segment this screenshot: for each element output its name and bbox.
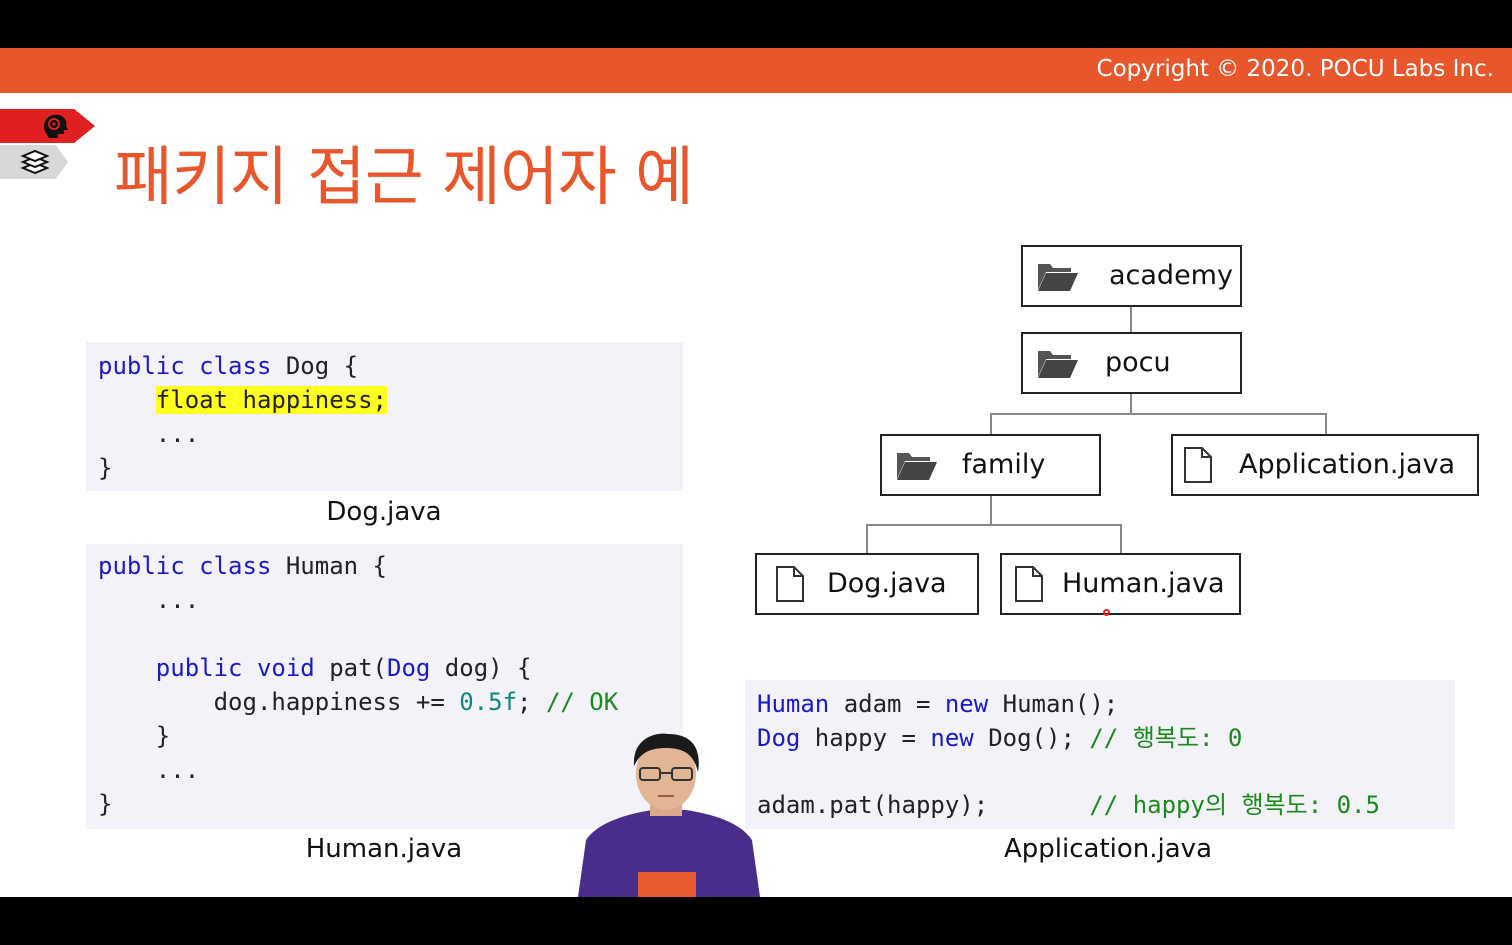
code-token: }	[98, 790, 113, 818]
file-icon	[1015, 566, 1043, 602]
folder-icon	[897, 453, 937, 480]
code-token: // happy의 행복도: 0.5	[1089, 790, 1380, 819]
code-token: dog) {	[430, 654, 532, 682]
file-icon	[776, 566, 804, 602]
code-line: ...	[98, 418, 199, 450]
code-line: float happiness;	[98, 384, 387, 416]
tree-connector	[866, 524, 868, 554]
code-token: Dog	[387, 654, 431, 682]
header-banner: Copyright © 2020. POCU Labs Inc.	[0, 48, 1512, 93]
application-code-caption: Application.java	[1003, 834, 1212, 864]
code-line: }	[98, 452, 112, 484]
folder-icon	[1038, 264, 1078, 291]
tree-connector	[1130, 394, 1132, 413]
code-token: happy =	[800, 723, 931, 752]
code-token: Human();	[988, 690, 1119, 718]
code-token: Human {	[271, 552, 387, 580]
human-code-caption: Human.java	[305, 834, 463, 864]
brain-icon	[44, 114, 68, 138]
code-token: public class	[98, 552, 272, 580]
code-line: }	[98, 720, 170, 752]
code-token: float happiness;	[155, 386, 387, 414]
code-line: }	[98, 788, 112, 820]
code-token: ...	[98, 420, 200, 448]
tree-connector	[1325, 413, 1327, 435]
code-line: ...	[98, 584, 199, 616]
tree-connector	[990, 413, 1327, 415]
code-token: dog.happiness +=	[98, 688, 460, 716]
tree-connector	[866, 524, 1122, 526]
code-token: Dog();	[973, 723, 1090, 752]
code-line: ...	[98, 754, 199, 786]
books-icon	[20, 149, 50, 175]
tree-node-human-java: Human.java	[1000, 553, 1241, 615]
code-line: dog.happiness += 0.5f; // OK	[98, 686, 619, 718]
tree-node-label: Application.java	[1239, 449, 1456, 480]
tree-connector	[990, 496, 992, 524]
application-code-block: Human adam = new Human(); Dog happy = new…	[745, 680, 1455, 829]
file-icon	[1184, 447, 1212, 483]
code-line: Dog happy = new Dog(); // 행복도: 0	[757, 722, 1242, 754]
code-token: adam =	[829, 690, 945, 718]
code-line: public class Dog {	[98, 350, 358, 382]
presenter-video	[578, 733, 760, 897]
copyright-text: Copyright © 2020. POCU Labs Inc.	[1096, 56, 1494, 82]
tree-node-application-java: Application.java	[1171, 434, 1479, 496]
tree-node-label: Human.java	[1062, 568, 1225, 599]
brain-tag	[0, 109, 95, 143]
tree-node-label: academy	[1109, 260, 1233, 291]
code-line: Human adam = new Human();	[757, 688, 1118, 720]
code-token: ...	[98, 586, 200, 614]
code-token: // 행복도: 0	[1089, 723, 1243, 752]
code-token: public class	[98, 352, 272, 380]
code-token: Dog {	[271, 352, 359, 380]
code-line: adam.pat(happy); // happy의 행복도: 0.5	[757, 789, 1380, 821]
code-token: ;	[517, 688, 546, 716]
tree-node-label: family	[962, 449, 1046, 480]
tree-node-family: family	[880, 434, 1101, 496]
dog-code-block: public class Dog { float happiness; ...}	[86, 342, 683, 491]
code-token: // OK	[545, 688, 619, 716]
code-token: public void	[155, 654, 315, 682]
code-token: adam.pat(happy);	[757, 790, 1090, 819]
tree-node-label: pocu	[1105, 347, 1171, 378]
code-token: ...	[98, 756, 200, 784]
code-line: public void pat(Dog dog) {	[98, 652, 532, 684]
dog-code-caption: Dog.java	[326, 497, 442, 527]
code-token: pat(	[314, 654, 387, 682]
code-token: }	[98, 722, 171, 750]
code-token: 0.5f	[459, 688, 518, 716]
code-token: Dog	[757, 723, 801, 752]
code-token: Human	[757, 690, 830, 718]
tree-node-label: Dog.java	[827, 568, 947, 599]
tree-node-pocu: pocu	[1021, 332, 1242, 394]
code-token: new	[930, 723, 974, 752]
slide: Copyright © 2020. POCU Labs Inc. 패키지 접근 …	[0, 48, 1512, 897]
code-token: new	[944, 690, 989, 718]
code-token: }	[98, 454, 113, 482]
pointer-dot	[1103, 609, 1110, 616]
tree-connector	[1130, 307, 1132, 333]
folder-icon	[1038, 351, 1078, 378]
books-tag	[0, 145, 68, 179]
tree-node-academy: academy	[1021, 245, 1242, 307]
tree-connector	[1120, 524, 1122, 554]
tree-connector	[990, 413, 992, 435]
tree-node-dog-java: Dog.java	[755, 553, 979, 615]
slide-title: 패키지 접근 제어자 예	[114, 141, 694, 215]
code-line: public class Human {	[98, 550, 387, 582]
